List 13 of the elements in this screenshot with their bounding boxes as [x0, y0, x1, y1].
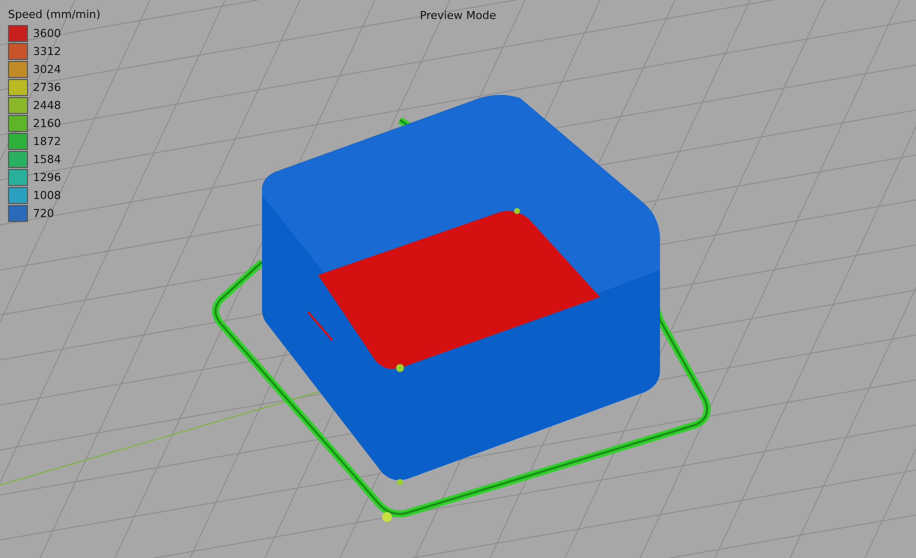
legend-label: 1872 — [33, 134, 61, 148]
legend-label: 2736 — [33, 80, 61, 94]
legend-label: 1296 — [33, 170, 61, 184]
view-title: Preview Mode — [420, 9, 496, 22]
legend-label: 3600 — [33, 26, 61, 40]
legend-label: 1008 — [33, 188, 61, 202]
legend-label: 1584 — [33, 152, 61, 166]
legend-label: 3312 — [33, 44, 61, 58]
legend-label: 3024 — [33, 62, 61, 76]
legend-title: Speed (mm/min) — [8, 8, 100, 21]
legend-label: 720 — [33, 206, 54, 220]
legend-label: 2160 — [33, 116, 61, 130]
legend-label: 2448 — [33, 98, 61, 112]
